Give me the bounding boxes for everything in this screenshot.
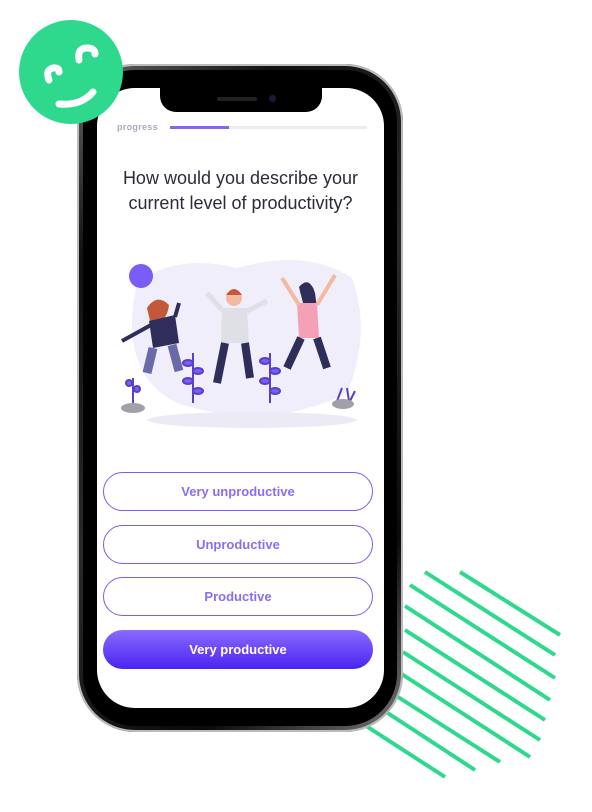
phone-screen: progress How would you describe your cur… [97,88,384,708]
option-very-unproductive[interactable]: Very unproductive [103,472,373,511]
progress-fill [170,126,230,129]
smiley-face-icon [19,20,123,124]
notch [160,88,322,112]
option-very-productive[interactable]: Very productive [103,630,373,669]
question-title: How would you describe your current leve… [122,168,359,213]
option-unproductive[interactable]: Unproductive [103,525,373,564]
speaker [217,97,257,101]
option-productive[interactable]: Productive [103,577,373,616]
progress-bar [170,126,367,129]
progress-label: progress [117,122,158,132]
camera-icon [269,95,276,102]
jumping-people-illustration [121,260,361,428]
